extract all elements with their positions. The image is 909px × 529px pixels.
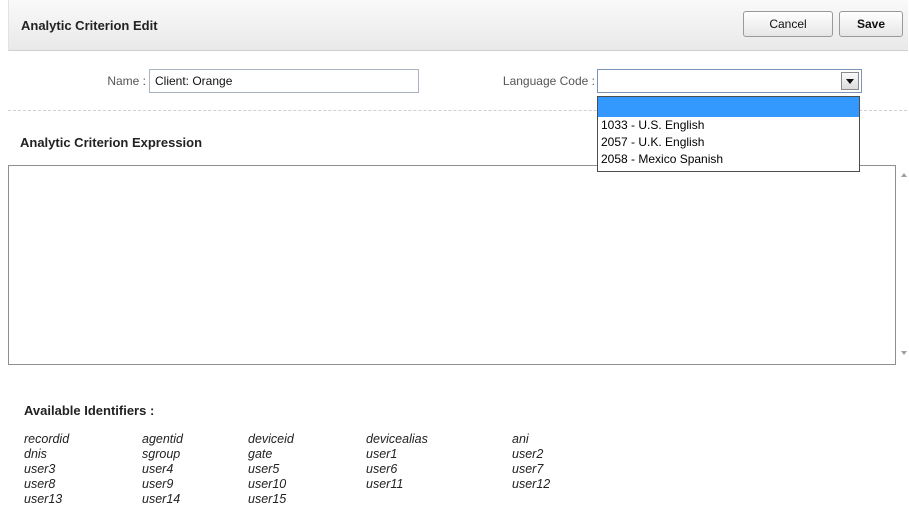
chevron-down-icon[interactable] xyxy=(841,72,859,90)
identifier-item[interactable]: gate xyxy=(248,447,366,462)
identifier-item[interactable]: user6 xyxy=(366,462,512,477)
identifier-item[interactable]: user4 xyxy=(142,462,248,477)
language-code-dropdown: 1033 - U.S. English 2057 - U.K. English … xyxy=(597,96,860,172)
identifier-item[interactable]: user7 xyxy=(512,462,612,477)
identifier-item[interactable]: user2 xyxy=(512,447,612,462)
identifier-item[interactable]: user3 xyxy=(24,462,142,477)
identifier-item[interactable]: user8 xyxy=(24,477,142,492)
available-identifiers-title: Available Identifiers : xyxy=(24,403,155,418)
name-label: Name : xyxy=(107,74,146,88)
language-option-2058[interactable]: 2058 - Mexico Spanish xyxy=(598,151,859,168)
cancel-button[interactable]: Cancel xyxy=(743,11,833,37)
save-button[interactable]: Save xyxy=(839,11,903,37)
expression-textarea[interactable] xyxy=(8,165,896,365)
identifier-item[interactable]: user15 xyxy=(248,492,366,507)
page-title: Analytic Criterion Edit xyxy=(21,18,158,33)
language-code-label: Language Code : xyxy=(502,74,595,88)
identifiers-grid: recordid agentid deviceid devicealias an… xyxy=(24,432,612,507)
identifier-item[interactable]: user1 xyxy=(366,447,512,462)
language-option-1033[interactable]: 1033 - U.S. English xyxy=(598,117,859,134)
identifier-item[interactable]: user10 xyxy=(248,477,366,492)
identifier-item[interactable]: user13 xyxy=(24,492,142,507)
identifier-item[interactable]: user5 xyxy=(248,462,366,477)
name-input[interactable] xyxy=(149,69,419,93)
scroll-up-arrow-icon[interactable] xyxy=(900,170,908,180)
edit-header: Analytic Criterion Edit Cancel Save xyxy=(8,0,908,51)
identifier-item[interactable]: deviceid xyxy=(248,432,366,447)
identifier-item[interactable]: user11 xyxy=(366,477,512,492)
identifier-item[interactable]: user12 xyxy=(512,477,612,492)
identifier-item[interactable]: user9 xyxy=(142,477,248,492)
language-code-select[interactable] xyxy=(597,69,862,93)
identifier-item[interactable]: devicealias xyxy=(366,432,512,447)
identifier-item[interactable]: sgroup xyxy=(142,447,248,462)
identifier-item[interactable]: ani xyxy=(512,432,612,447)
identifier-item[interactable]: dnis xyxy=(24,447,142,462)
language-option-blank[interactable] xyxy=(598,97,859,117)
expression-title: Analytic Criterion Expression xyxy=(20,135,203,150)
scroll-down-arrow-icon[interactable] xyxy=(900,348,908,358)
identifier-item[interactable]: recordid xyxy=(24,432,142,447)
identifier-item[interactable]: user14 xyxy=(142,492,248,507)
language-option-2057[interactable]: 2057 - U.K. English xyxy=(598,134,859,151)
identifier-item[interactable]: agentid xyxy=(142,432,248,447)
